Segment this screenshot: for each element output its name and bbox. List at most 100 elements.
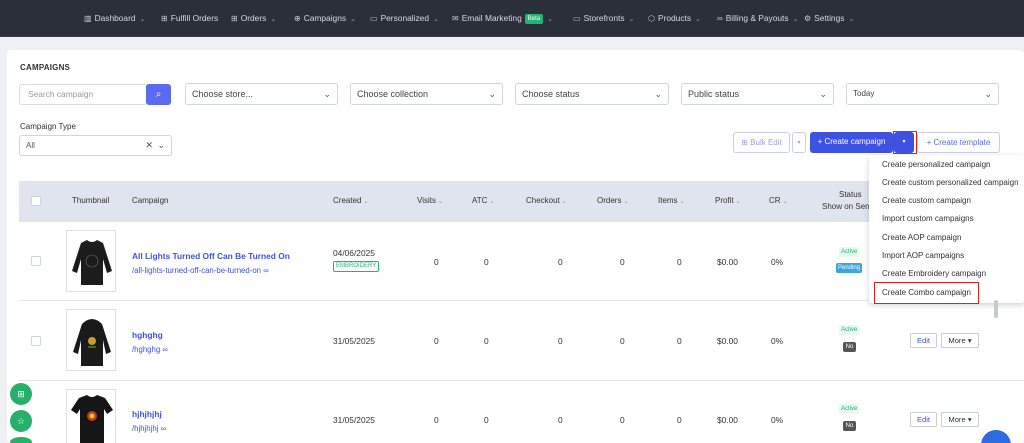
col-created[interactable]: Created ⌄ — [333, 196, 369, 207]
menu-create-custom-personalized[interactable]: Create custom personalized campaign — [882, 178, 1019, 188]
orders-value: 0 — [620, 415, 625, 425]
caret-down-icon: ▾ — [967, 415, 972, 424]
public-status-select[interactable]: Public status ⌄ — [681, 83, 834, 105]
nav-email-marketing[interactable]: ✉ Email Marketing Beta ⌄ — [452, 12, 553, 24]
chevron-down-icon: ⌄ — [547, 16, 553, 23]
status-select[interactable]: Choose status ⌄ — [515, 83, 669, 105]
col-profit[interactable]: Profit ⌄ — [715, 196, 741, 207]
nav-dashboard[interactable]: ▥ Dashboard ⌄ — [84, 12, 145, 24]
product-thumbnail — [66, 230, 116, 292]
campaign-name-link[interactable]: hghghg — [132, 330, 163, 340]
bulk-edit-button[interactable]: ⊞ Bulk Edit — [733, 132, 790, 153]
sort-icon: ⌄ — [489, 199, 495, 205]
atc-value: 0 — [484, 415, 489, 425]
campaign-slug-link[interactable]: /hjhjhjhj ∞ — [132, 424, 166, 433]
grid-icon: ⊞ — [17, 389, 25, 399]
nav-orders[interactable]: ⊞ Orders ⌄ — [231, 12, 276, 24]
grid-fab[interactable]: ⊞ — [10, 383, 32, 405]
items-value: 0 — [677, 257, 682, 267]
chevron-down-icon: ⌄ — [819, 89, 827, 99]
extra-fab[interactable] — [10, 437, 32, 443]
search-input[interactable]: Search campaign — [19, 84, 147, 105]
col-checkout[interactable]: Checkout ⌄ — [526, 196, 567, 207]
nav-storefronts[interactable]: ▭ Storefronts ⌄ — [573, 12, 634, 24]
visits-value: 0 — [434, 336, 439, 346]
scrollbar[interactable] — [994, 300, 998, 318]
menu-import-custom[interactable]: Import custom campaigns — [882, 214, 974, 224]
target-icon: ⊕ — [294, 14, 301, 23]
col-orders[interactable]: Orders ⌄ — [597, 196, 628, 207]
mail-icon: ✉ — [452, 14, 459, 23]
col-cr[interactable]: CR ⌄ — [769, 196, 788, 207]
star-icon: ☆ — [16, 416, 26, 426]
edit-button[interactable]: Edit — [910, 412, 937, 427]
more-button[interactable]: More ▾ — [941, 412, 979, 427]
col-visits[interactable]: Visits ⌄ — [417, 196, 443, 207]
sort-icon: ⌄ — [623, 199, 629, 205]
nav-personalized[interactable]: ▭ Personalized ⌄ — [370, 12, 439, 24]
top-navbar: ▥ Dashboard ⌄ ⊞ Fulfill Orders ⊞ Orders ⌄ ⊕ Ca… — [0, 0, 1024, 37]
select-all-checkbox[interactable] — [31, 196, 41, 206]
date-select[interactable]: Today ⌄ — [846, 83, 999, 105]
menu-create-personalized[interactable]: Create personalized campaign — [882, 160, 991, 170]
col-items[interactable]: Items ⌄ — [658, 196, 685, 207]
chevron-down-icon: ⌄ — [654, 89, 662, 99]
profit-value: $0.00 — [717, 415, 738, 425]
row-checkbox[interactable] — [31, 256, 41, 266]
collection-select[interactable]: Choose collection ⌄ — [350, 83, 503, 105]
sort-icon: ⌄ — [437, 199, 443, 205]
sort-icon: ⌄ — [679, 199, 685, 205]
clear-icon[interactable]: ✕ — [145, 136, 153, 155]
more-button[interactable]: More ▾ — [941, 333, 979, 348]
orders-value: 0 — [620, 257, 625, 267]
edit-icon: ⊞ — [741, 138, 751, 147]
chevron-down-icon: ⌄ — [488, 89, 496, 99]
chevron-down-icon: ⌄ — [350, 16, 356, 23]
created-date: 31/05/2025 — [333, 415, 375, 425]
edit-button[interactable]: Edit — [910, 333, 937, 348]
edit-icon: ▭ — [370, 14, 378, 23]
campaign-name-link[interactable]: All Lights Turned Off Can Be Turned On — [132, 251, 290, 261]
cr-value: 0% — [771, 336, 784, 346]
profit-value: $0.00 — [717, 257, 738, 267]
menu-import-aop[interactable]: Import AOP campaigns — [882, 251, 964, 261]
menu-create-aop[interactable]: Create AOP campaign — [882, 233, 961, 243]
show-badge: Pending — [836, 263, 863, 273]
menu-create-embroidery[interactable]: Create Embroidery campaign — [882, 269, 986, 279]
create-campaign-menu: Create personalized campaign Create cust… — [869, 155, 1024, 303]
col-show-on-senp: Show on SenP — [822, 202, 875, 211]
col-atc[interactable]: ATC ⌄ — [472, 196, 494, 207]
product-thumbnail — [66, 389, 116, 443]
bulk-edit-toggle[interactable]: ▾ — [792, 132, 806, 153]
create-campaign-button[interactable]: + Create campaign — [810, 132, 893, 153]
visits-value: 0 — [434, 257, 439, 267]
row-checkbox[interactable] — [31, 336, 41, 346]
campaign-slug-link[interactable]: /all-lights-turned-off-can-be-turned-on … — [132, 266, 269, 275]
nav-settings[interactable]: ⚙ Settings ⌄ — [804, 12, 854, 24]
create-template-button[interactable]: + Create template — [917, 132, 1000, 153]
campaign-type-select[interactable]: All ✕ ⌄ — [19, 135, 172, 156]
nav-fulfill-orders[interactable]: ⊞ Fulfill Orders — [161, 12, 218, 24]
campaign-slug-link[interactable]: /hghghg ∞ — [132, 345, 168, 354]
sort-icon: ⌄ — [363, 199, 369, 205]
nav-products[interactable]: ⬡ Products ⌄ — [648, 12, 701, 24]
menu-create-custom[interactable]: Create custom campaign — [882, 196, 971, 206]
nav-billing-payouts[interactable]: ∞ Billing & Payouts ⌄ — [717, 12, 798, 24]
checkout-value: 0 — [558, 336, 563, 346]
created-date: 31/05/2025 — [333, 336, 375, 346]
star-fab[interactable]: ☆ — [10, 410, 32, 432]
campaign-name-link[interactable]: hjhjhjhj — [132, 409, 162, 419]
show-badge: No — [843, 421, 856, 431]
orders-value: 0 — [620, 336, 625, 346]
beta-badge: Beta — [524, 13, 544, 24]
nav-campaigns[interactable]: ⊕ Campaigns ⌄ — [294, 12, 356, 24]
search-button[interactable]: ⌕ — [146, 84, 171, 105]
link-icon: ∞ — [263, 266, 269, 275]
chevron-down-icon: ⌄ — [792, 16, 799, 23]
chevron-down-icon: ⌄ — [695, 16, 701, 23]
store-select[interactable]: Choose store... ⌄ — [185, 83, 338, 105]
caret-down-icon: ▾ — [967, 336, 972, 345]
store-icon: ▭ — [573, 14, 581, 23]
sweatshirt-image — [72, 240, 112, 285]
status-badge: Active — [839, 404, 860, 414]
